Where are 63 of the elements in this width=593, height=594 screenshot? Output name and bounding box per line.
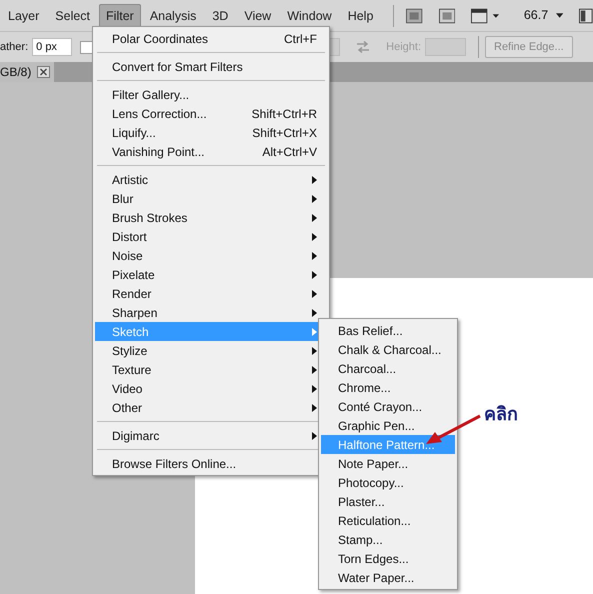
menu-item[interactable]: Sharpen (95, 303, 327, 322)
menu-item[interactable]: Chrome... (321, 378, 455, 397)
submenu-arrow-icon (312, 232, 317, 240)
menu-item[interactable]: Blur (95, 189, 327, 208)
menu-item[interactable]: Brush Strokes (95, 208, 327, 227)
submenu-arrow-icon (312, 252, 317, 260)
menu-item[interactable]: Filter Gallery... (95, 85, 327, 104)
submenu-arrow-icon (312, 194, 317, 202)
menu-item[interactable]: Window (280, 4, 339, 28)
menu-item[interactable]: Torn Edges... (321, 549, 455, 568)
menu-item[interactable]: Analysis (142, 4, 204, 28)
menu-item[interactable]: Plaster... (321, 492, 455, 511)
close-icon[interactable] (37, 66, 50, 78)
submenu-arrow-icon (312, 290, 317, 298)
menu-item[interactable]: Artistic (95, 170, 327, 189)
height-field[interactable] (425, 38, 466, 56)
submenu-arrow-icon (312, 384, 317, 392)
menu-item[interactable]: Noise (95, 246, 327, 265)
menu-item[interactable]: View (237, 4, 278, 28)
screen-mode-icon[interactable] (470, 8, 500, 24)
annotation-label: คลิก (484, 403, 518, 426)
caret-icon[interactable] (556, 12, 564, 18)
menu-item[interactable]: Water Paper... (321, 568, 455, 587)
menu-item[interactable]: Layer (1, 4, 46, 28)
menu-item[interactable]: Liquify... Shift+Ctrl+X (95, 123, 327, 142)
submenu-arrow-icon (312, 432, 317, 440)
menu-item[interactable]: Polar Coordinates Ctrl+F (95, 29, 327, 48)
menu-item[interactable]: Note Paper... (321, 454, 455, 473)
submenu-arrow-icon (312, 366, 317, 374)
menu-item[interactable]: Chalk & Charcoal... (321, 340, 455, 359)
submenu-arrow-icon (312, 270, 317, 278)
mini-bridge-icon[interactable] (438, 8, 455, 24)
submenu-arrow-icon (312, 346, 317, 354)
menu-item[interactable]: Lens Correction... Shift+Ctrl+R (95, 104, 327, 123)
submenu-arrow-icon (312, 328, 317, 336)
feather-field[interactable]: 0 px (32, 38, 72, 56)
menu-item[interactable]: Reticulation... (321, 511, 455, 530)
menu-item[interactable]: Select (48, 4, 98, 28)
submenu-arrow-icon (312, 214, 317, 222)
feather-label: ather: (0, 40, 28, 55)
zoom-level[interactable]: 66.7 (524, 6, 548, 25)
menu-item[interactable]: Render (95, 284, 327, 303)
menu-item[interactable]: Stamp... (321, 530, 455, 549)
menu-item[interactable]: Graphic Pen... (321, 416, 455, 435)
menu-item[interactable]: Distort (95, 227, 327, 246)
menu-item[interactable]: Photocopy... (321, 473, 455, 492)
submenu-arrow-icon (312, 404, 317, 412)
menu-item[interactable]: Pixelate (95, 265, 327, 284)
menu-item[interactable]: Convert for Smart Filters (95, 57, 327, 76)
submenu-arrow-icon (312, 176, 317, 184)
menu-item[interactable]: Conté Crayon... (321, 397, 455, 416)
bridge-icon[interactable] (406, 8, 423, 24)
menu-item[interactable]: Vanishing Point... Alt+Ctrl+V (95, 142, 327, 161)
checkbox[interactable] (80, 40, 94, 54)
menu-item[interactable]: 3D (205, 4, 236, 28)
document-tab[interactable]: GB/8) (0, 62, 54, 82)
arrange-icon[interactable] (579, 8, 593, 24)
height-label: Height: (386, 40, 421, 55)
menu-item[interactable]: Help (340, 4, 380, 28)
menu-item[interactable]: Charcoal... (321, 359, 455, 378)
submenu-arrow-icon (312, 308, 317, 316)
tab-title: GB/8) (0, 64, 32, 81)
menu-item[interactable]: Filter (99, 4, 141, 28)
